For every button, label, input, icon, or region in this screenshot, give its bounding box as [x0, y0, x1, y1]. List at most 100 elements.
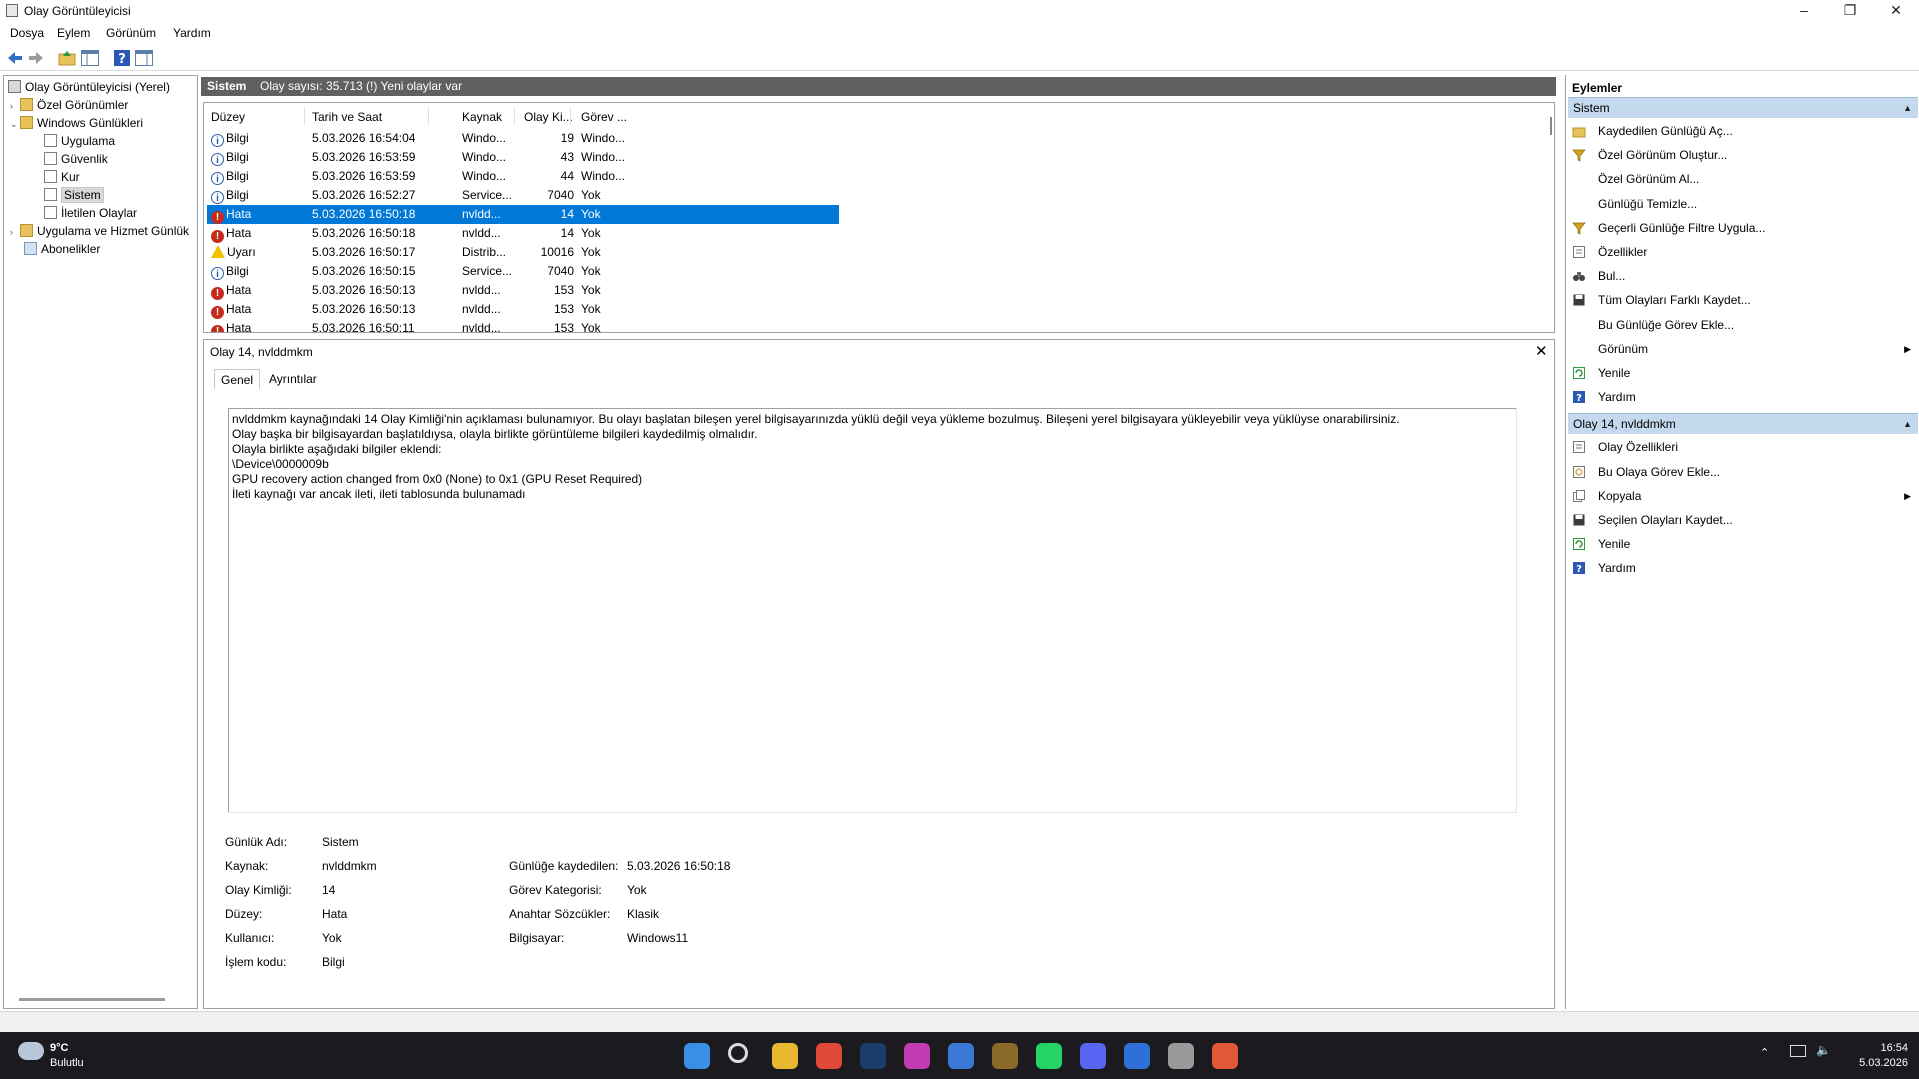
column-header-date[interactable]: Tarih ve Saat: [312, 110, 382, 124]
show-hide-tree-icon[interactable]: [80, 48, 100, 68]
cloud-icon[interactable]: [18, 1042, 44, 1060]
table-row[interactable]: ! Hata 5.03.2026 16:50:18 nvldd... 14 Yok: [207, 205, 839, 224]
back-icon[interactable]: [5, 48, 25, 68]
info-icon: i: [211, 267, 224, 280]
action-item[interactable]: Özel Görünüm Oluştur...: [1572, 145, 1917, 165]
weather-temperature[interactable]: 9°C: [50, 1042, 68, 1054]
actions-section-system[interactable]: Sistem ▲: [1568, 97, 1918, 118]
close-icon[interactable]: ✕: [1535, 342, 1548, 360]
horizontal-scrollbar[interactable]: [19, 998, 165, 1001]
event-count: Olay sayısı: 35.713 (!) Yeni olaylar var: [260, 79, 463, 93]
tree-item-setup[interactable]: Kur: [44, 168, 80, 186]
menu-view[interactable]: Görünüm: [106, 26, 156, 40]
action-item[interactable]: Yenile: [1572, 534, 1917, 554]
action-item[interactable]: Kopyala ▶: [1572, 486, 1917, 506]
chevron-right-icon[interactable]: ›: [10, 223, 20, 241]
cell-task: Windo...: [581, 150, 626, 164]
table-row[interactable]: i Bilgi 5.03.2026 16:52:27 Service... 7040 Yo…: [207, 186, 839, 205]
tree-item-subscriptions[interactable]: Abonelikler: [24, 240, 100, 258]
search-icon[interactable]: [728, 1043, 748, 1063]
forward-icon[interactable]: [26, 48, 46, 68]
cell-task: Yok: [581, 226, 601, 240]
table-row[interactable]: Uyarı 5.03.2026 16:50:17 Distrib... 10016 Yo…: [207, 243, 839, 262]
network-icon[interactable]: [1790, 1045, 1806, 1057]
action-item[interactable]: Yenile: [1572, 363, 1917, 383]
vertical-scrollbar[interactable]: [1550, 117, 1552, 135]
action-label: Geçerli Günlüğe Filtre Uygula...: [1598, 220, 1766, 235]
table-row[interactable]: i Bilgi 5.03.2026 16:53:59 Windo... 44 Windo.…: [207, 167, 839, 186]
event-description[interactable]: nvlddmkm kaynağındaki 14 Olay Kimliği'ni…: [228, 408, 1517, 813]
column-header-task[interactable]: Görev ...: [581, 110, 627, 124]
action-item[interactable]: ? Yardım: [1572, 558, 1917, 578]
table-row[interactable]: i Bilgi 5.03.2026 16:50:15 Service... 7040 Yo…: [207, 262, 839, 281]
league-icon[interactable]: [992, 1043, 1018, 1069]
tree-item-security[interactable]: Güvenlik: [44, 150, 108, 168]
chevron-down-icon[interactable]: ⌄: [10, 115, 20, 133]
action-item[interactable]: Görünüm ▶: [1572, 339, 1917, 359]
tree-item-root[interactable]: Olay Görüntüleyicisi (Yerel): [8, 78, 170, 96]
file-explorer-icon[interactable]: [772, 1043, 798, 1069]
whatsapp-icon[interactable]: [1036, 1043, 1062, 1069]
maximize-icon[interactable]: ❐: [1827, 0, 1873, 22]
weather-condition[interactable]: Bulutlu: [50, 1057, 84, 1069]
chevron-up-icon[interactable]: ⌃: [1760, 1046, 1769, 1059]
action-item[interactable]: Bu Günlüğe Görev Ekle...: [1572, 315, 1917, 335]
cell-level: ! Hata: [211, 224, 251, 243]
help-icon[interactable]: ?: [112, 48, 132, 68]
tree-item-app-service-logs[interactable]: › Uygulama ve Hizmet Günlük: [10, 222, 189, 240]
minimize-icon[interactable]: –: [1781, 0, 1827, 22]
column-header-level[interactable]: Düzey: [211, 110, 245, 124]
action-item[interactable]: Günlüğü Temizle...: [1572, 194, 1917, 214]
show-hide-action-pane-icon[interactable]: [134, 48, 154, 68]
action-label: Bu Günlüğe Görev Ekle...: [1598, 317, 1735, 332]
menu-help[interactable]: Yardım: [173, 26, 211, 40]
action-item[interactable]: Kaydedilen Günlüğü Aç...: [1572, 121, 1917, 141]
menu-action[interactable]: Eylem: [57, 26, 90, 40]
steam-icon[interactable]: [860, 1043, 886, 1069]
action-item[interactable]: Geçerli Günlüğe Filtre Uygula...: [1572, 218, 1917, 238]
start-icon[interactable]: [684, 1043, 710, 1069]
column-header-event-id[interactable]: Olay Ki...: [524, 110, 573, 124]
app-icon[interactable]: [904, 1043, 930, 1069]
clock-date[interactable]: 5.03.2026: [1842, 1057, 1908, 1069]
chrome-icon[interactable]: [816, 1043, 842, 1069]
up-folder-icon[interactable]: [57, 48, 77, 68]
action-item[interactable]: Özellikler: [1572, 242, 1917, 262]
table-row[interactable]: ! Hata 5.03.2026 16:50:13 nvldd... 153 Yok: [207, 281, 839, 300]
table-row[interactable]: i Bilgi 5.03.2026 16:54:04 Windo... 19 Windo.…: [207, 129, 839, 148]
tree-item-application[interactable]: Uygulama: [44, 132, 115, 150]
cell-source: Windo...: [462, 131, 507, 145]
tab-general[interactable]: Genel: [214, 369, 261, 389]
action-item[interactable]: Özel Görünüm Al...: [1572, 169, 1917, 189]
table-row[interactable]: i Bilgi 5.03.2026 16:53:59 Windo... 43 Windo.…: [207, 148, 839, 167]
tree-item-system[interactable]: Sistem: [44, 186, 104, 204]
tree-item-forwarded-events[interactable]: İletilen Olaylar: [44, 204, 137, 222]
action-item[interactable]: Bul...: [1572, 266, 1917, 286]
action-item[interactable]: Tüm Olayları Farklı Kaydet...: [1572, 290, 1917, 310]
actions-section-event[interactable]: Olay 14, nvlddmkm ▲: [1568, 413, 1918, 435]
table-row[interactable]: ! Hata 5.03.2026 16:50:11 nvldd... 153 Yok: [207, 319, 839, 332]
tree-item-custom-views[interactable]: › Özel Görünümler: [10, 96, 128, 114]
action-item[interactable]: Bu Olaya Görev Ekle...: [1572, 462, 1917, 482]
table-row[interactable]: ! Hata 5.03.2026 16:50:13 nvldd... 153 Yok: [207, 300, 839, 319]
action-item[interactable]: Olay Özellikleri: [1572, 437, 1917, 457]
action-item[interactable]: ? Yardım: [1572, 387, 1917, 407]
collapse-icon[interactable]: ▲: [1903, 98, 1912, 118]
action-item[interactable]: Seçilen Olayları Kaydet...: [1572, 510, 1917, 530]
outlook-icon[interactable]: [1124, 1043, 1150, 1069]
volume-icon[interactable]: 🔈: [1816, 1043, 1831, 1057]
collapse-icon[interactable]: ▲: [1903, 414, 1912, 434]
table-row[interactable]: ! Hata 5.03.2026 16:50:18 nvldd... 14 Yok: [207, 224, 839, 243]
clock-time[interactable]: 16:54: [1848, 1042, 1908, 1054]
app-icon[interactable]: [948, 1043, 974, 1069]
discord-icon[interactable]: [1080, 1043, 1106, 1069]
tab-details[interactable]: Ayrıntılar: [263, 369, 323, 389]
chevron-right-icon[interactable]: ›: [10, 97, 20, 115]
menu-file[interactable]: Dosya: [10, 26, 44, 40]
tree-item-windows-logs[interactable]: ⌄ Windows Günlükleri: [10, 114, 143, 132]
close-window-icon[interactable]: ✕: [1873, 0, 1919, 22]
app-icon[interactable]: [1212, 1043, 1238, 1069]
field-label-task-category: Görev Kategorisi:: [509, 883, 602, 897]
event-viewer-icon[interactable]: [1168, 1043, 1194, 1069]
column-header-source[interactable]: Kaynak: [462, 110, 502, 124]
